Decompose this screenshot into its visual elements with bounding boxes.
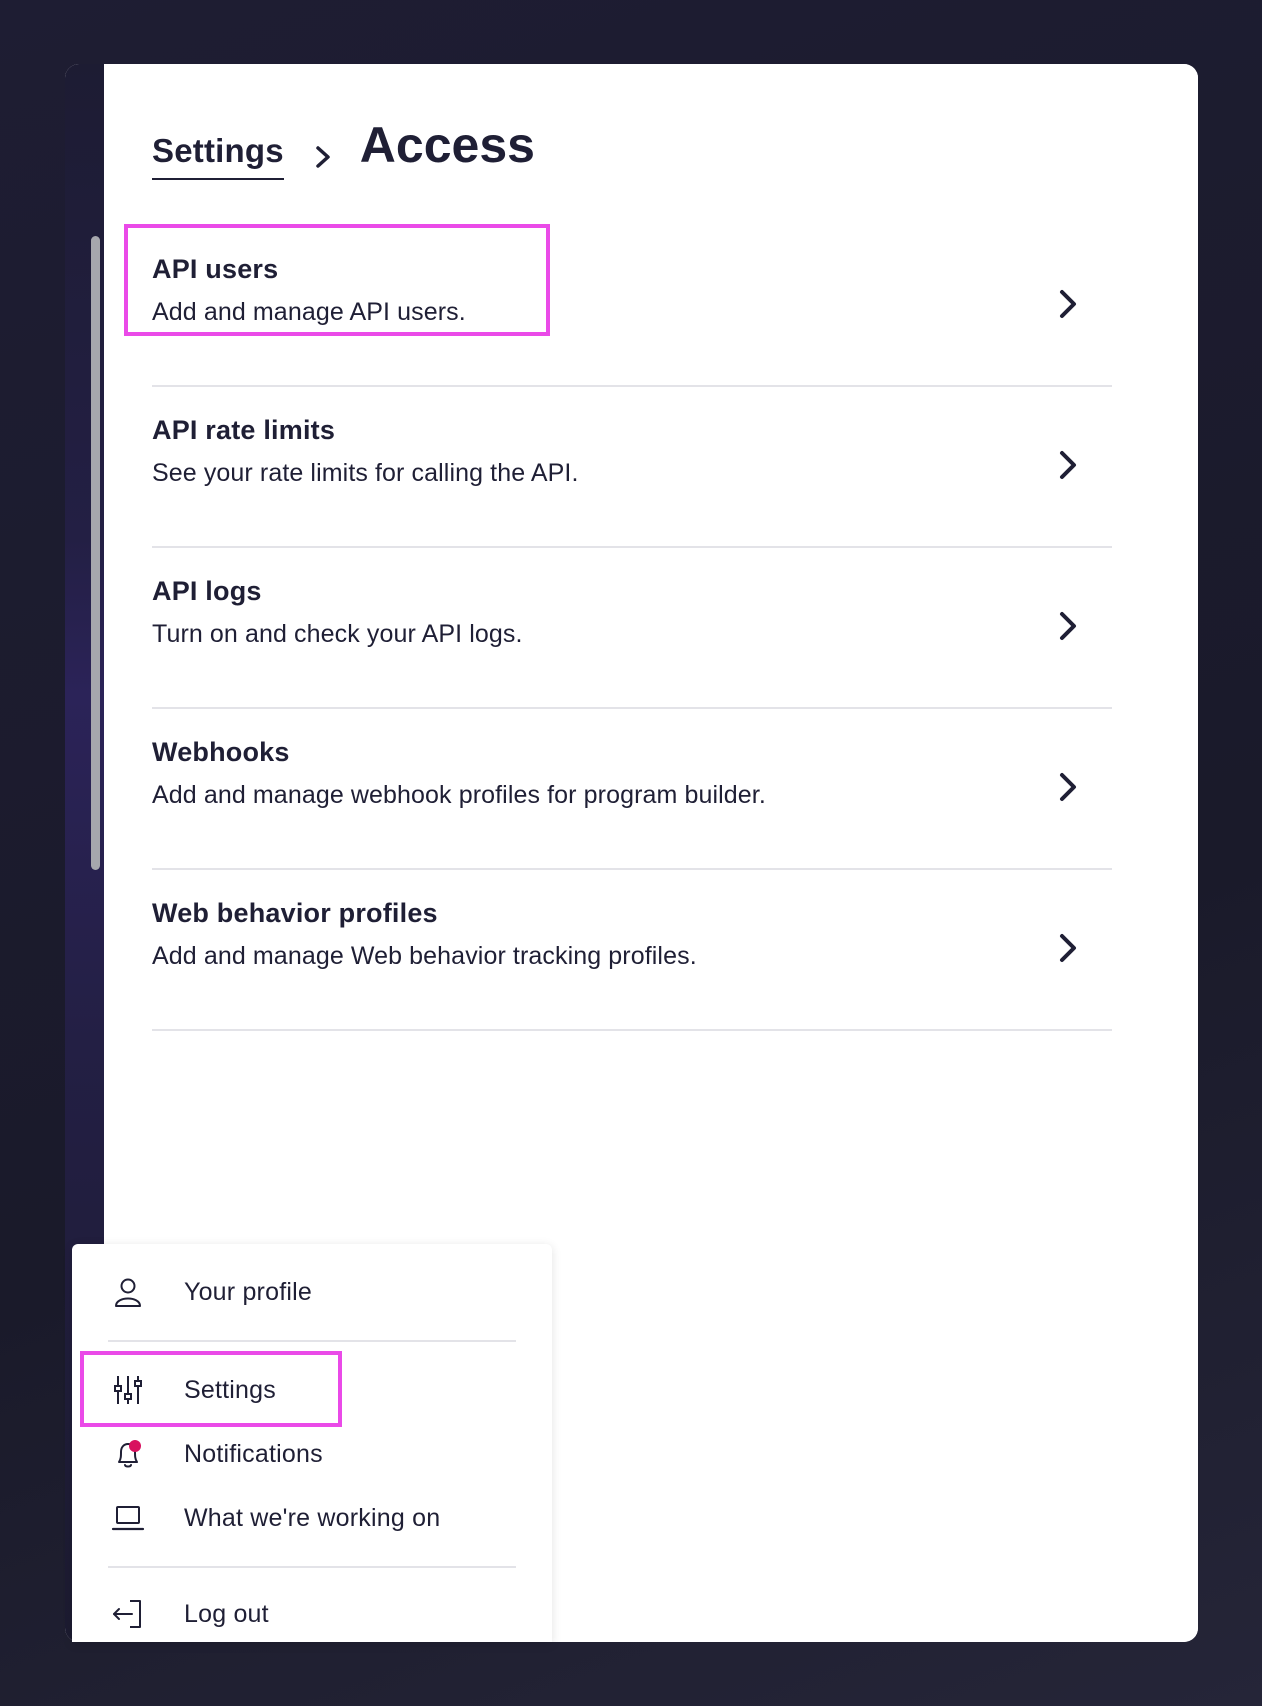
item-description: Add and manage Web behavior tracking pro… xyxy=(152,942,697,970)
item-title: API logs xyxy=(152,576,262,606)
sliders-icon xyxy=(114,1376,142,1404)
menu-divider xyxy=(108,1566,516,1568)
menu-label: Settings xyxy=(184,1375,276,1404)
breadcrumb-chevron-icon xyxy=(316,146,330,168)
item-title: API rate limits xyxy=(152,415,336,445)
list-item-webhooks[interactable]: Webhooks Add and manage webhook profiles… xyxy=(152,709,1112,870)
logout-icon xyxy=(113,1600,141,1628)
menu-label: Log out xyxy=(184,1599,269,1628)
menu-label: Your profile xyxy=(184,1277,312,1306)
menu-item-your-profile[interactable]: Your profile xyxy=(72,1262,552,1322)
list-item-api-users[interactable]: API users Add and manage API users. xyxy=(152,226,1112,387)
menu-item-notifications[interactable]: Notifications xyxy=(72,1424,552,1484)
chevron-right-icon xyxy=(1060,290,1076,318)
chevron-right-icon xyxy=(1060,612,1076,640)
menu-item-settings[interactable]: Settings xyxy=(72,1360,552,1420)
item-description: Add and manage webhook profiles for prog… xyxy=(152,781,766,809)
item-title: API users xyxy=(152,254,279,284)
bell-icon xyxy=(118,1440,141,1468)
menu-item-what-were-working-on[interactable]: What we're working on xyxy=(72,1488,552,1548)
access-settings-list: API users Add and manage API users. API … xyxy=(152,226,1112,1031)
item-title: Web behavior profiles xyxy=(152,898,438,928)
page-title: Access xyxy=(359,117,535,173)
list-item-api-logs[interactable]: API logs Turn on and check your API logs… xyxy=(152,548,1112,709)
item-description: Add and manage API users. xyxy=(152,298,466,326)
scrollbar-thumb[interactable] xyxy=(91,236,100,870)
item-description: See your rate limits for calling the API… xyxy=(152,459,579,487)
item-description: Turn on and check your API logs. xyxy=(152,620,523,648)
menu-divider xyxy=(108,1340,516,1342)
menu-label: What we're working on xyxy=(184,1503,441,1532)
chevron-right-icon xyxy=(1060,773,1076,801)
user-icon xyxy=(115,1278,141,1307)
list-item-api-rate-limits[interactable]: API rate limits See your rate limits for… xyxy=(152,387,1112,548)
menu-label: Notifications xyxy=(184,1439,323,1468)
user-menu: Your profile Settings Notifications What… xyxy=(72,1244,552,1642)
chevron-right-icon xyxy=(1060,451,1076,479)
breadcrumb-settings-link[interactable]: Settings xyxy=(152,132,284,180)
chevron-right-icon xyxy=(1060,934,1076,962)
breadcrumb: Settings Access xyxy=(152,120,535,180)
menu-item-log-out[interactable]: Log out xyxy=(72,1584,552,1644)
laptop-icon xyxy=(111,1506,145,1531)
item-title: Webhooks xyxy=(152,737,290,767)
list-item-web-behavior-profiles[interactable]: Web behavior profiles Add and manage Web… xyxy=(152,870,1112,1031)
